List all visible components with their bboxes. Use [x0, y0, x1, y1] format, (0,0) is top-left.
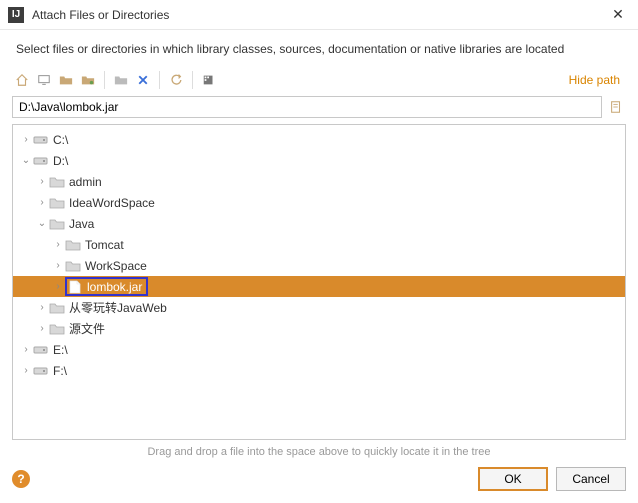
drive-icon: [33, 343, 49, 357]
chevron-right-icon[interactable]: ›: [35, 323, 49, 334]
tree-row[interactable]: ⌄ D:\: [13, 150, 625, 171]
tree-row[interactable]: ⌄ Java: [13, 213, 625, 234]
desktop-icon[interactable]: [34, 70, 54, 90]
selection-highlight: lombok.jar: [65, 277, 148, 296]
home-icon[interactable]: [12, 70, 32, 90]
chevron-right-icon[interactable]: ›: [35, 176, 49, 187]
tree-item-label: 源文件: [69, 320, 105, 337]
tree-row[interactable]: › admin: [13, 171, 625, 192]
tree-item-label: Tomcat: [85, 238, 124, 252]
chevron-down-icon[interactable]: ⌄: [35, 218, 49, 229]
tree-row[interactable]: › F:\: [13, 360, 625, 381]
folder-icon: [49, 322, 65, 336]
hide-path-link[interactable]: Hide path: [569, 73, 626, 87]
tree-item-label: IdeaWordSpace: [69, 196, 155, 210]
help-icon[interactable]: ?: [12, 470, 30, 488]
folder-icon: [65, 238, 81, 252]
drive-icon: [33, 154, 49, 168]
tree-item-label: F:\: [53, 364, 67, 378]
close-icon[interactable]: ✕: [606, 6, 630, 23]
chevron-right-icon[interactable]: ›: [51, 239, 65, 250]
tree-row[interactable]: › Tomcat: [13, 234, 625, 255]
chevron-right-icon[interactable]: ›: [19, 134, 33, 145]
footer: ? OK Cancel: [0, 461, 638, 501]
module-folder-icon[interactable]: [78, 70, 98, 90]
tree-item-label: C:\: [53, 133, 68, 147]
chevron-right-icon[interactable]: ›: [19, 344, 33, 355]
tree-row[interactable]: › 从零玩转JavaWeb: [13, 297, 625, 318]
refresh-icon[interactable]: [166, 70, 186, 90]
new-folder-icon[interactable]: [111, 70, 131, 90]
titlebar: IJ Attach Files or Directories ✕: [0, 0, 638, 30]
separator: [159, 71, 160, 89]
file-icon: [67, 280, 83, 294]
path-input[interactable]: [12, 96, 602, 118]
chevron-right-icon[interactable]: ›: [35, 197, 49, 208]
file-tree[interactable]: › C:\ ⌄ D:\ › admin › IdeaWordSpace ⌄ Java › Tomcat…: [12, 124, 626, 440]
folder-icon: [49, 196, 65, 210]
tree-item-label: WorkSpace: [85, 259, 147, 273]
path-row: [0, 96, 638, 124]
separator: [192, 71, 193, 89]
tree-item-label: Java: [69, 217, 94, 231]
folder-icon: [49, 175, 65, 189]
tree-row[interactable]: › lombok.jar: [13, 276, 625, 297]
tree-item-label: admin: [69, 175, 102, 189]
tree-row[interactable]: › 源文件: [13, 318, 625, 339]
tree-row[interactable]: › IdeaWordSpace: [13, 192, 625, 213]
chevron-down-icon[interactable]: ⌄: [19, 155, 33, 166]
drive-icon: [33, 364, 49, 378]
drive-icon: [33, 133, 49, 147]
history-icon[interactable]: [606, 97, 626, 117]
ok-button[interactable]: OK: [478, 467, 548, 491]
tree-row[interactable]: › E:\: [13, 339, 625, 360]
drag-drop-hint: Drag and drop a file into the space abov…: [0, 440, 638, 461]
tree-row[interactable]: › WorkSpace: [13, 255, 625, 276]
folder-icon: [65, 259, 81, 273]
tree-item-label: 从零玩转JavaWeb: [69, 299, 167, 316]
tree-item-label: E:\: [53, 343, 68, 357]
tree-item-label: D:\: [53, 154, 68, 168]
dialog-subtitle: Select files or directories in which lib…: [0, 30, 638, 66]
chevron-right-icon[interactable]: ›: [19, 365, 33, 376]
chevron-right-icon[interactable]: ›: [51, 260, 65, 271]
show-hidden-icon[interactable]: [199, 70, 219, 90]
app-icon: IJ: [8, 7, 24, 23]
delete-icon[interactable]: [133, 70, 153, 90]
tree-item-label: lombok.jar: [87, 280, 142, 294]
folder-icon: [49, 301, 65, 315]
folder-icon: [49, 217, 65, 231]
separator: [104, 71, 105, 89]
chevron-right-icon[interactable]: ›: [35, 302, 49, 313]
chevron-right-icon[interactable]: ›: [51, 281, 65, 292]
cancel-button[interactable]: Cancel: [556, 467, 626, 491]
toolbar: Hide path: [0, 66, 638, 96]
project-folder-icon[interactable]: [56, 70, 76, 90]
window-title: Attach Files or Directories: [32, 8, 606, 22]
tree-row[interactable]: › C:\: [13, 129, 625, 150]
